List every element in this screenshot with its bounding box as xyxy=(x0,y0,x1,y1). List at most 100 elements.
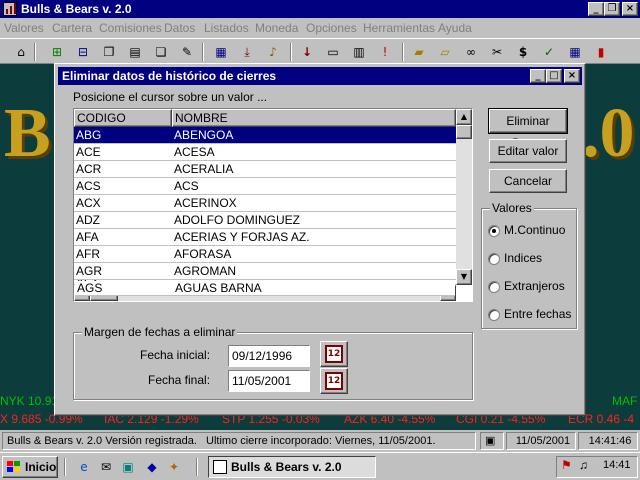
channels-icon[interactable]: ◆ xyxy=(144,459,160,475)
radio-dot xyxy=(488,253,500,265)
status-bar: Bulls & Bears v. 2.0 Versión registrada.… xyxy=(0,430,640,452)
status-message: Bulls & Bears v. 2.0 Versión registrada.… xyxy=(2,432,476,450)
dialog-minimize-icon[interactable]: _ xyxy=(530,69,546,83)
table-row[interactable]: ACE ACESA xyxy=(74,144,456,161)
table-row[interactable]: AGR AGROMAN xyxy=(74,263,456,280)
menu-ayuda[interactable]: Ayuda xyxy=(438,21,472,35)
vertical-scrollbar[interactable]: ▲ ▼ xyxy=(456,109,472,285)
grid-icon[interactable]: ▦ xyxy=(212,43,230,61)
download-icon[interactable]: ⤓ xyxy=(238,43,256,61)
scroll-down-icon[interactable]: ▼ xyxy=(456,269,472,285)
table-row[interactable]: AFA ACERIAS Y FORJAS AZ. xyxy=(74,229,456,246)
column-header-name[interactable]: NOMBRE xyxy=(172,109,456,127)
sort-az-icon[interactable]: ↓ xyxy=(298,43,316,61)
cancel-button[interactable]: Cancelar xyxy=(489,169,567,193)
dialog-close-icon[interactable]: × xyxy=(564,69,580,83)
menu-bar: Valores Cartera Comisiones Datos Listado… xyxy=(0,18,640,38)
status-time: 14:41:46 xyxy=(578,432,638,450)
logo-right: .0 xyxy=(582,95,635,172)
app-title-bar: Bulls & Bears v. 2.0 _ ❐ × xyxy=(0,0,640,18)
status-date: 11/05/2001 xyxy=(506,432,576,450)
edit-document-icon[interactable]: ✎ xyxy=(178,43,196,61)
windows-logo-icon xyxy=(7,461,21,473)
dialog-maximize-icon[interactable]: □ xyxy=(546,69,562,83)
chart-icon[interactable]: ▥ xyxy=(350,43,368,61)
menu-cartera[interactable]: Cartera xyxy=(52,21,92,35)
table-row[interactable]: ACR ACERALIA xyxy=(74,161,456,178)
restore-icon[interactable]: ❐ xyxy=(604,2,620,16)
menu-moneda[interactable]: Moneda xyxy=(255,21,298,35)
home-icon[interactable]: ⌂ xyxy=(12,43,30,61)
ticker-item: MAF xyxy=(612,394,638,408)
taskbar-app-button[interactable]: Bulls & Bears v. 2.0 xyxy=(208,456,376,478)
table-row[interactable]: ACS ACS xyxy=(74,178,456,195)
outlook-icon[interactable]: ✉ xyxy=(98,459,114,475)
folder-icon[interactable]: ▱ xyxy=(436,43,454,61)
column-header-code[interactable]: CODIGO xyxy=(74,109,172,127)
table-row[interactable]: AFR AFORASA xyxy=(74,246,456,263)
ie-icon[interactable]: e xyxy=(76,459,92,475)
dollar-icon[interactable]: $ xyxy=(514,43,532,61)
ticker-item: NYK 10.91 xyxy=(0,394,59,408)
tray-clock[interactable]: 14:41 xyxy=(603,459,631,471)
toolbar-separator xyxy=(290,43,292,61)
calendar-icon: 12 xyxy=(325,345,343,363)
start-date-field[interactable]: 09/12/1996 xyxy=(228,345,310,367)
values-grid[interactable]: CODIGO NOMBRE ABG ABENGOA ACE ACESA ACR ACE… xyxy=(73,108,473,302)
delete-data-button[interactable]: Eliminar Datos xyxy=(488,108,568,150)
add-icon[interactable]: ⊞ xyxy=(48,43,66,61)
folder-open-icon[interactable]: ▰ xyxy=(410,43,428,61)
app-quicklaunch-icon[interactable]: ✦ xyxy=(166,459,182,475)
calculator-icon[interactable]: ▦ xyxy=(566,43,584,61)
menu-opciones[interactable]: Opciones xyxy=(306,21,357,35)
close-icon[interactable]: × xyxy=(622,2,638,16)
taskbar-separator xyxy=(64,458,66,476)
menu-herramientas[interactable]: Herramientas xyxy=(363,21,435,35)
start-button[interactable]: Inicio xyxy=(2,456,58,478)
end-calendar-button[interactable]: 12 xyxy=(320,368,348,394)
remove-icon[interactable]: ⊟ xyxy=(74,43,92,61)
table-row[interactable]: AGS AGUAS BARNA xyxy=(75,281,455,296)
printer-status-icon: ▣ xyxy=(480,432,504,450)
binoculars-icon[interactable]: ∞ xyxy=(462,43,480,61)
values-group-title: Valores xyxy=(490,201,534,215)
menu-valores[interactable]: Valores xyxy=(4,21,44,35)
taskbar-app-label: Bulls & Bears v. 2.0 xyxy=(231,460,342,474)
toolbar: ⌂ ⊞ ⊟ ❐ ▤ ❏ ✎ ▦ ⤓ ♪ ↓ ▭ ▥ ! ▰ ▱ ∞ ✂ $ ✓ … xyxy=(0,38,640,64)
minimize-icon[interactable]: _ xyxy=(588,2,604,16)
tray-scheduler-icon[interactable]: ⚑ xyxy=(561,458,572,472)
desktop-icon[interactable]: ▣ xyxy=(120,459,136,475)
speaker-icon[interactable]: ♫ xyxy=(579,458,588,472)
printer-icon[interactable]: ▭ xyxy=(324,43,342,61)
radio-dot xyxy=(488,225,500,237)
logo-left: B xyxy=(4,95,51,172)
alert-icon[interactable]: ! xyxy=(376,43,394,61)
app-chart-icon xyxy=(213,460,227,474)
menu-datos[interactable]: Datos xyxy=(164,21,195,35)
radio-dot xyxy=(488,281,500,293)
stats-icon[interactable]: ✓ xyxy=(540,43,558,61)
bell-icon[interactable]: ♪ xyxy=(264,43,282,61)
table-row[interactable]: ACX ACERINOX xyxy=(74,195,456,212)
table-row[interactable]: ABG ABENGOA xyxy=(74,127,456,144)
tools-icon[interactable]: ✂ xyxy=(488,43,506,61)
date-range-title: Margen de fechas a eliminar xyxy=(82,325,238,339)
windows-icon[interactable]: ❐ xyxy=(100,43,118,61)
taskbar-separator xyxy=(196,458,198,476)
menu-comisiones[interactable]: Comisiones xyxy=(99,21,162,35)
start-date-label: Fecha inicial: xyxy=(140,348,211,362)
delete-history-dialog: Eliminar datos de histórico de cierres _… xyxy=(54,63,586,416)
end-date-field[interactable]: 11/05/2001 xyxy=(228,370,310,392)
dialog-title: Eliminar datos de histórico de cierres xyxy=(62,69,277,83)
copy-icon[interactable]: ❏ xyxy=(152,43,170,61)
start-calendar-button[interactable]: 12 xyxy=(320,341,348,367)
calendar-icon: 12 xyxy=(325,372,343,390)
menu-listados[interactable]: Listados xyxy=(204,21,249,35)
bar-chart-icon[interactable]: ▮ xyxy=(592,43,610,61)
table-row[interactable]: ADZ ADOLFO DOMINGUEZ xyxy=(74,212,456,229)
scroll-thumb[interactable] xyxy=(456,125,472,139)
edit-value-button[interactable]: Editar valor xyxy=(489,139,567,163)
dialog-title-bar: Eliminar datos de histórico de cierres _… xyxy=(58,67,582,85)
document-icon[interactable]: ▤ xyxy=(126,43,144,61)
scroll-up-icon[interactable]: ▲ xyxy=(456,109,472,125)
